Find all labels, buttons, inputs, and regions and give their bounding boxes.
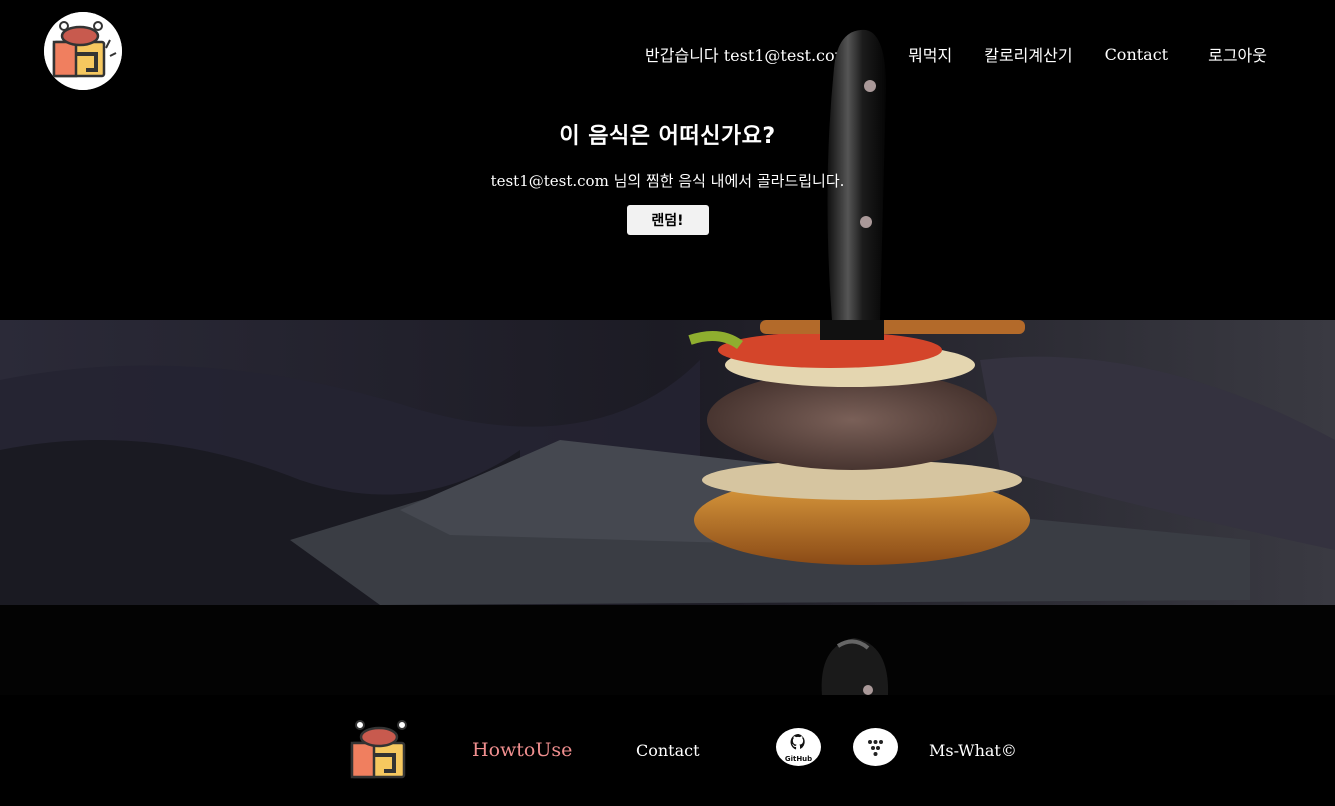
header: 반갑습니다 test1@test.com 님! 뭐먹지 칼로리계산기 Conta… (0, 0, 1335, 110)
footer-howto-link[interactable]: HowtoUse (472, 739, 572, 761)
footer: HowtoUse Contact GitHub Ms-What© (0, 695, 1335, 806)
knife-handle-bottom-image (821, 638, 889, 696)
nav-contact[interactable]: Contact (1105, 45, 1169, 64)
footer-contact-link[interactable]: Contact (636, 741, 700, 760)
nav-what-to-eat[interactable]: 뭐먹지 (908, 42, 952, 66)
random-button[interactable]: 랜덤! (626, 205, 709, 235)
dots-icon (868, 740, 883, 756)
nav-logout[interactable]: 로그아웃 (1208, 42, 1267, 66)
dots-menu-link[interactable] (853, 728, 898, 766)
github-icon: GitHub (785, 734, 812, 763)
top-nav: 반갑습니다 test1@test.com 님! 뭐먹지 칼로리계산기 Conta… (645, 42, 1267, 66)
burger-image (0, 320, 1335, 605)
hero-section: 이 음식은 어떠신가요? test1@test.com 님의 찜한 음식 내에서… (0, 110, 1335, 235)
github-label: GitHub (785, 755, 812, 763)
burger-photo (0, 320, 1335, 605)
footer-logo-icon[interactable] (346, 717, 418, 783)
nav-calorie-calculator[interactable]: 칼로리계산기 (984, 42, 1072, 66)
copyright-text: Ms-What© (929, 741, 1017, 760)
logo[interactable] (44, 12, 122, 90)
hero-title: 이 음식은 어떠신가요? (559, 124, 776, 149)
lower-background (0, 605, 1335, 695)
food-box-logo-icon (44, 12, 122, 90)
github-link[interactable]: GitHub (776, 728, 821, 766)
hero-subtitle: test1@test.com 님의 찜한 음식 내에서 골라드립니다. (490, 172, 845, 190)
